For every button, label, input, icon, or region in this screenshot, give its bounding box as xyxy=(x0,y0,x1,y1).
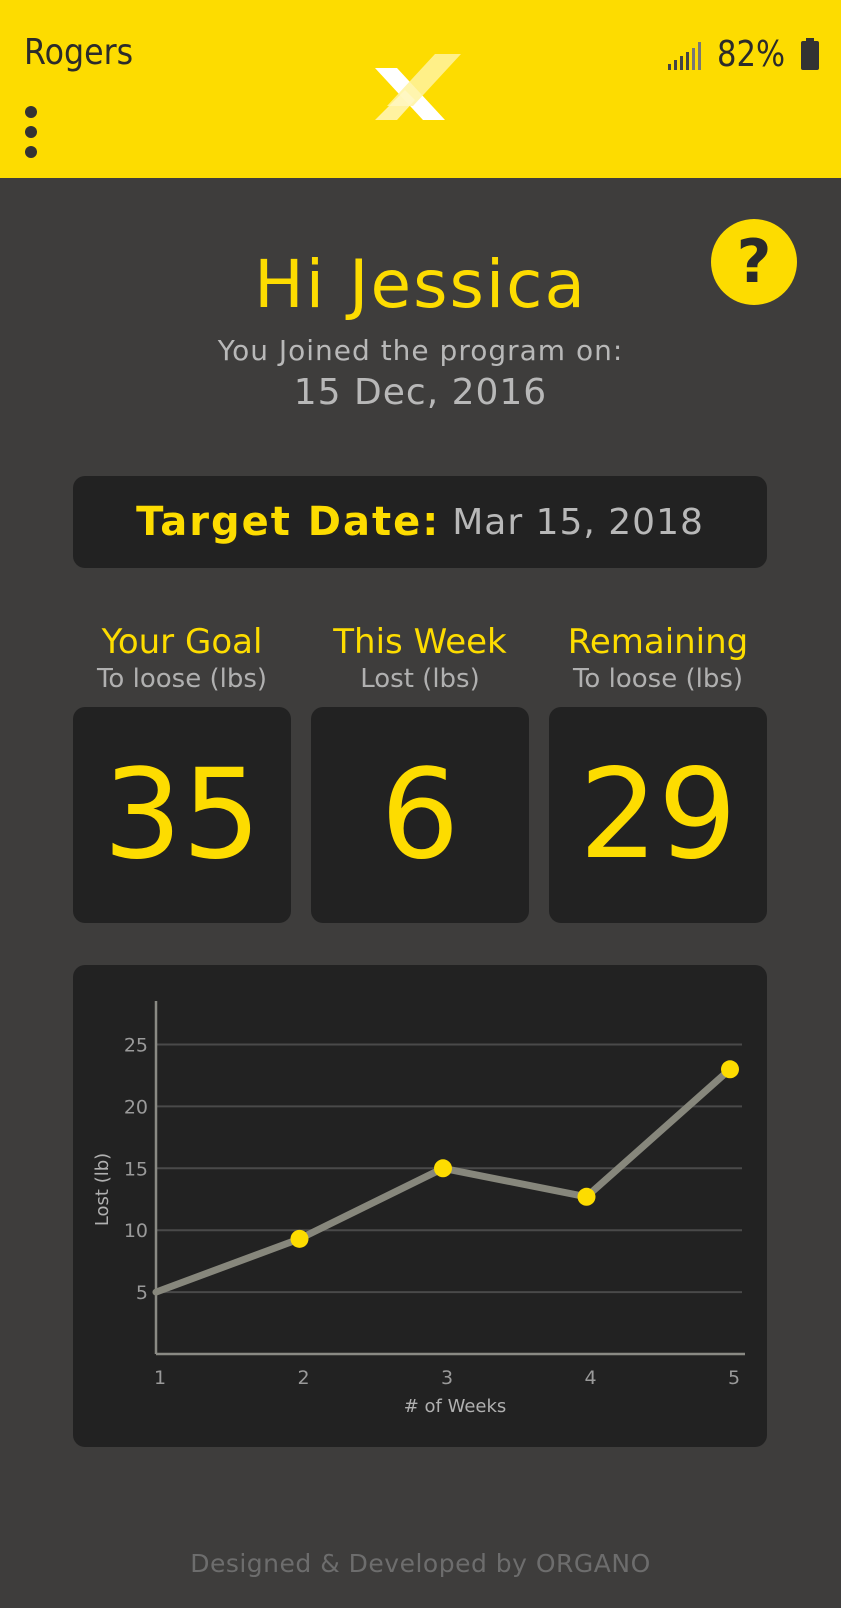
joined-date: 15 Dec, 2016 xyxy=(293,372,548,413)
data-point xyxy=(577,1187,596,1206)
data-point xyxy=(721,1060,739,1079)
x-logo-icon xyxy=(375,54,461,120)
x-tick-label: 3 xyxy=(441,1367,453,1389)
vertical-dots-menu-icon[interactable] xyxy=(25,106,39,158)
target-date-value: Mar 15, 2018 xyxy=(452,501,704,543)
stat-value: 35 xyxy=(73,707,291,923)
stat-subtitle: To loose (lbs) xyxy=(572,664,744,694)
y-tick-label: 10 xyxy=(124,1220,148,1242)
carrier-name: Rogers xyxy=(24,32,134,73)
battery-percent: 82% xyxy=(716,33,785,75)
stat-value: 29 xyxy=(549,707,767,923)
x-tick-label: 5 xyxy=(728,1367,740,1389)
greeting-title: Hi Jessica xyxy=(254,246,587,323)
stat-title: Your Goal xyxy=(101,622,263,662)
battery-icon xyxy=(801,38,819,70)
y-tick-label: 5 xyxy=(136,1282,148,1304)
stat-subtitle: Lost (lbs) xyxy=(360,664,480,694)
app-header: Rogers 82% xyxy=(0,0,841,178)
x-tick-label: 1 xyxy=(154,1367,166,1389)
target-date-card: Target Date: Mar 15, 2018 xyxy=(73,476,767,568)
footer-credit: Designed & Developed by ORGANO xyxy=(190,1549,651,1578)
data-point xyxy=(434,1159,452,1178)
line-chart: 5 10 15 20 25 1 2 3 4 5 # of Weeks Lost (lb) xyxy=(92,1001,745,1417)
progress-chart: 5 10 15 20 25 1 2 3 4 5 # of Weeks Lost (lb) xyxy=(73,965,767,1447)
data-point xyxy=(290,1229,309,1248)
stat-remaining: Remaining To loose (lbs) 29 xyxy=(549,622,767,923)
stat-your-goal: Your Goal To loose (lbs) 35 xyxy=(73,622,291,923)
y-tick-label: 25 xyxy=(124,1035,148,1057)
y-tick-label: 20 xyxy=(124,1096,148,1118)
stat-this-week: This Week Lost (lbs) 6 xyxy=(311,622,529,923)
stat-value: 6 xyxy=(311,707,529,923)
x-axis-label: # of Weeks xyxy=(404,1396,507,1417)
joined-label: You Joined the program on: xyxy=(217,334,624,367)
status-indicators: 82% xyxy=(667,33,819,75)
stat-title: This Week xyxy=(333,622,507,662)
x-tick-label: 4 xyxy=(584,1367,596,1389)
y-axis-label: Lost (lb) xyxy=(92,1153,113,1226)
series-line xyxy=(152,1065,734,1296)
stat-title: Remaining xyxy=(567,622,749,662)
x-tick-label: 2 xyxy=(297,1367,309,1389)
signal-icon xyxy=(667,38,701,70)
y-tick-label: 15 xyxy=(124,1158,148,1180)
target-date-label: Target Date: xyxy=(136,499,441,545)
stat-subtitle: To loose (lbs) xyxy=(96,664,268,694)
